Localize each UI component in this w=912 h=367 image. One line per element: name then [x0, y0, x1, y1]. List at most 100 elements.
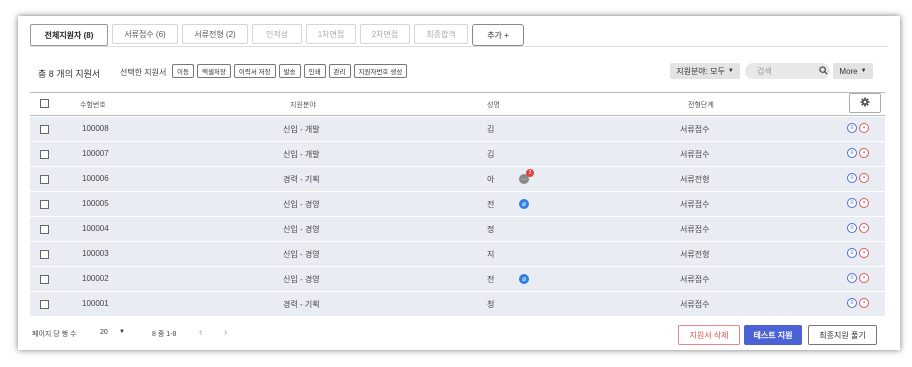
- add-tab-button[interactable]: 추가 +: [472, 24, 524, 46]
- applicant-id: 100005: [82, 199, 109, 208]
- details-icon[interactable]: ≡: [847, 198, 857, 208]
- table-row[interactable]: 100001 경력 - 기획 청 서류접수 ≡ ▪: [30, 292, 885, 316]
- row-checkbox[interactable]: [40, 300, 49, 309]
- bulk-actions: 이동 엑셀저장 이력서 저장 발송 인쇄 관리 지원자번호 생성: [172, 64, 408, 78]
- chevron-left-icon[interactable]: ‹: [199, 327, 202, 338]
- applicant-field: 경력 - 기획: [283, 175, 320, 184]
- application-count: 총 8 개의 지원서: [38, 69, 101, 79]
- table-row[interactable]: 100004 신입 - 경영 정 서류접수 ≡ ▪: [30, 217, 885, 241]
- selected-label: 선택한 지원서: [120, 68, 167, 77]
- applicant-id: 100008: [82, 124, 109, 133]
- applicant-stage: 서류접수: [680, 300, 710, 309]
- header-name: 성명: [487, 102, 500, 109]
- row-checkbox[interactable]: [40, 200, 49, 209]
- row-checkbox[interactable]: [40, 150, 49, 159]
- trash-icon[interactable]: ▪: [859, 273, 869, 283]
- release-final-application-button[interactable]: 최종지원 풀기: [808, 325, 877, 345]
- details-icon[interactable]: ≡: [847, 173, 857, 183]
- tab-document-screening[interactable]: 서류전형 (2): [182, 24, 248, 44]
- table-row[interactable]: 100005 신입 - 경영 전 ⌀ 서류접수 ≡ ▪: [30, 192, 885, 216]
- trash-icon[interactable]: ▪: [859, 148, 869, 158]
- chevron-right-icon[interactable]: ›: [224, 327, 227, 338]
- row-checkbox[interactable]: [40, 275, 49, 284]
- table-row[interactable]: 100006 경력 - 기획 아 … 2 서류전형 ≡ ▪: [30, 167, 885, 191]
- excel-save-button[interactable]: 엑셀저장: [196, 64, 231, 78]
- applicant-name: 아: [487, 175, 495, 184]
- more-dropdown[interactable]: More ▼: [833, 63, 873, 79]
- table-row[interactable]: 100002 신입 - 경영 전 ⌀ 서류접수 ≡ ▪: [30, 267, 885, 291]
- applicant-stage: 서류접수: [680, 275, 710, 284]
- chevron-down-icon: ▼: [727, 68, 734, 74]
- delete-application-button[interactable]: 지원서 삭제: [678, 325, 740, 345]
- applicant-field: 신입 - 경영: [283, 200, 320, 209]
- tab-final-pass[interactable]: 최종합격: [414, 24, 468, 44]
- manage-button[interactable]: 관리: [328, 64, 351, 78]
- trash-icon[interactable]: ▪: [859, 173, 869, 183]
- row-checkbox[interactable]: [40, 250, 49, 259]
- table-header: 수험번호 지원분야 성명 전형단계: [30, 92, 885, 116]
- details-icon[interactable]: ≡: [847, 248, 857, 258]
- chevron-down-icon[interactable]: ▼: [119, 329, 125, 335]
- applicant-id: 100006: [82, 174, 109, 183]
- applicant-name: 정: [487, 225, 495, 234]
- send-button[interactable]: 발송: [278, 64, 301, 78]
- test-apply-button[interactable]: 테스트 지원: [744, 325, 802, 345]
- chevron-down-icon: ▼: [860, 68, 867, 74]
- tab-document-received[interactable]: 서류접수 (6): [112, 24, 178, 44]
- header-stage: 전형단계: [688, 102, 714, 109]
- trash-icon[interactable]: ▪: [859, 298, 869, 308]
- print-button[interactable]: 인쇄: [303, 64, 326, 78]
- trash-icon[interactable]: ▪: [859, 248, 869, 258]
- applicant-stage: 서류접수: [680, 125, 710, 134]
- applicant-field: 경력 - 기획: [283, 300, 320, 309]
- row-actions: ≡ ▪: [847, 148, 869, 158]
- applicant-table: 수험번호 지원분야 성명 전형단계 100008 신입 - 개발 김 서류접수 …: [30, 92, 885, 316]
- table-row[interactable]: 100003 신입 - 경영 지 서류전형 ≡ ▪: [30, 242, 885, 266]
- attachment-icon[interactable]: ⌀: [519, 199, 529, 209]
- resume-save-button[interactable]: 이력서 저장: [233, 64, 276, 78]
- field-filter-dropdown[interactable]: 지원분야: 모두 ▼: [670, 63, 740, 79]
- row-checkbox[interactable]: [40, 225, 49, 234]
- trash-icon[interactable]: ▪: [859, 223, 869, 233]
- applicant-stage: 서류접수: [680, 200, 710, 209]
- message-count-badge: 2: [526, 169, 534, 177]
- applicant-field: 신입 - 개발: [283, 125, 320, 134]
- details-icon[interactable]: ≡: [847, 123, 857, 133]
- select-all-checkbox[interactable]: [40, 99, 49, 108]
- tab-bar: 전체지원자 (8) 서류접수 (6) 서류전형 (2) 인적성 1차면접 2차면…: [30, 24, 524, 46]
- row-checkbox[interactable]: [40, 175, 49, 184]
- details-icon[interactable]: ≡: [847, 223, 857, 233]
- applicant-field: 신입 - 경영: [283, 225, 320, 234]
- applicant-name: 김: [487, 150, 495, 159]
- trash-icon[interactable]: ▪: [859, 123, 869, 133]
- move-button[interactable]: 이동: [172, 64, 194, 78]
- applicant-id: 100002: [82, 274, 109, 283]
- trash-icon[interactable]: ▪: [859, 198, 869, 208]
- search-input[interactable]: [755, 65, 819, 77]
- tab-aptitude[interactable]: 인적성: [252, 24, 302, 44]
- applicant-panel: 전체지원자 (8) 서류접수 (6) 서류전형 (2) 인적성 1차면접 2차면…: [18, 16, 900, 350]
- field-filter-label: 지원분야: 모두: [676, 66, 725, 76]
- details-icon[interactable]: ≡: [847, 273, 857, 283]
- details-icon[interactable]: ≡: [847, 148, 857, 158]
- attachment-icon[interactable]: ⌀: [519, 274, 529, 284]
- row-actions: ≡ ▪: [847, 173, 869, 183]
- rows-per-page-select[interactable]: 20: [100, 329, 108, 336]
- search-box: [745, 63, 830, 79]
- search-icon[interactable]: [819, 65, 828, 77]
- tab-all[interactable]: 전체지원자 (8): [30, 24, 108, 46]
- applicant-field: 신입 - 경영: [283, 250, 320, 259]
- tab-divider: [30, 46, 888, 47]
- row-checkbox[interactable]: [40, 125, 49, 134]
- applicant-stage: 서류접수: [680, 225, 710, 234]
- rows-per-page-label: 페이지 당 행 수: [32, 331, 77, 338]
- table-footer: 페이지 당 행 수 20 ▼ 8 중 1-8 ‹ › 지원서 삭제 테스트 지원…: [18, 321, 900, 345]
- details-icon[interactable]: ≡: [847, 298, 857, 308]
- tab-first-interview[interactable]: 1차면접: [306, 24, 356, 44]
- table-row[interactable]: 100008 신입 - 개발 김 서류접수 ≡ ▪: [30, 117, 885, 141]
- table-settings-button[interactable]: [849, 93, 881, 113]
- table-row[interactable]: 100007 신입 - 개발 김 서류접수 ≡ ▪: [30, 142, 885, 166]
- message-icon[interactable]: … 2: [519, 169, 534, 184]
- tab-second-interview[interactable]: 2차면접: [360, 24, 410, 44]
- generate-applicant-number-button[interactable]: 지원자번호 생성: [353, 64, 408, 78]
